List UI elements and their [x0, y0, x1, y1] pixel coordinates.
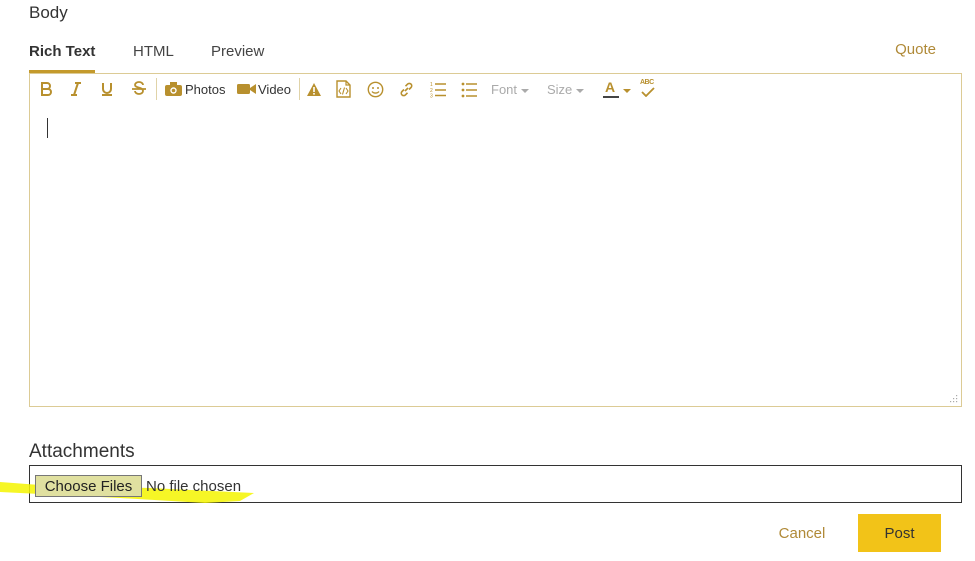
chevron-down-icon	[576, 88, 585, 93]
spellcheck-button[interactable]: ABC	[639, 79, 657, 99]
file-status-text: No file chosen	[146, 478, 242, 495]
photos-label: Photos	[185, 81, 226, 97]
bold-icon	[41, 82, 52, 96]
warning-button[interactable]	[306, 79, 322, 99]
post-button[interactable]: Post	[858, 514, 941, 552]
chevron-down-icon	[521, 88, 530, 93]
toolbar-divider	[299, 78, 300, 100]
emoji-button[interactable]	[367, 79, 384, 99]
code-file-icon	[336, 80, 351, 98]
smiley-icon	[367, 81, 384, 97]
text-color-letter: A	[605, 79, 616, 95]
cancel-button[interactable]: Cancel	[762, 514, 842, 552]
bullet-list-icon	[461, 82, 477, 97]
photos-button[interactable]: Photos	[164, 79, 225, 99]
svg-text:3: 3	[430, 93, 433, 98]
resize-grip-icon[interactable]	[948, 393, 958, 403]
ordered-list-icon: 123	[430, 82, 446, 98]
tab-rich-text[interactable]: Rich Text	[29, 43, 95, 60]
font-dropdown[interactable]: Font	[491, 79, 530, 99]
video-camera-icon	[237, 84, 256, 94]
size-label: Size	[547, 81, 573, 97]
strikethrough-button[interactable]	[131, 79, 147, 99]
code-button[interactable]	[336, 79, 351, 99]
text-color-dropdown[interactable]: A	[603, 79, 631, 99]
editor-tabs: Rich Text HTML Preview Quote	[29, 40, 963, 73]
font-label: Font	[491, 81, 518, 97]
bullet-list-button[interactable]	[461, 79, 478, 99]
spellcheck-letters: ABC	[640, 79, 654, 86]
attachments-label: Attachments	[29, 441, 135, 462]
link-icon	[400, 82, 413, 96]
editor-toolbar: Photos Video 123 Font Size A ABC	[30, 74, 961, 104]
italic-icon	[71, 82, 81, 96]
spellcheck-icon: ABC	[639, 79, 657, 99]
italic-button[interactable]	[69, 79, 83, 99]
tab-preview[interactable]: Preview	[211, 43, 264, 60]
choose-files-button[interactable]: Choose Files	[35, 475, 142, 497]
tab-html[interactable]: HTML	[133, 43, 174, 60]
camera-icon	[165, 82, 182, 96]
video-label: Video	[258, 81, 292, 97]
text-cursor	[47, 118, 48, 138]
warning-icon	[307, 82, 321, 96]
ordered-list-button[interactable]: 123	[430, 79, 447, 99]
underline-icon	[102, 83, 112, 96]
body-label: Body	[29, 3, 68, 22]
video-button[interactable]: Video	[237, 79, 291, 99]
bold-button[interactable]	[39, 79, 53, 99]
chevron-down-icon	[623, 88, 631, 93]
text-color-icon: A	[603, 79, 619, 99]
quote-link[interactable]: Quote	[895, 41, 936, 58]
toolbar-divider	[156, 78, 157, 100]
editor-content-area[interactable]	[30, 104, 961, 406]
rich-text-editor[interactable]: Photos Video 123 Font Size A ABC	[29, 73, 962, 407]
strikethrough-icon	[132, 81, 146, 95]
underline-button[interactable]	[100, 79, 114, 99]
link-button[interactable]	[398, 79, 415, 99]
size-dropdown[interactable]: Size	[547, 79, 585, 99]
